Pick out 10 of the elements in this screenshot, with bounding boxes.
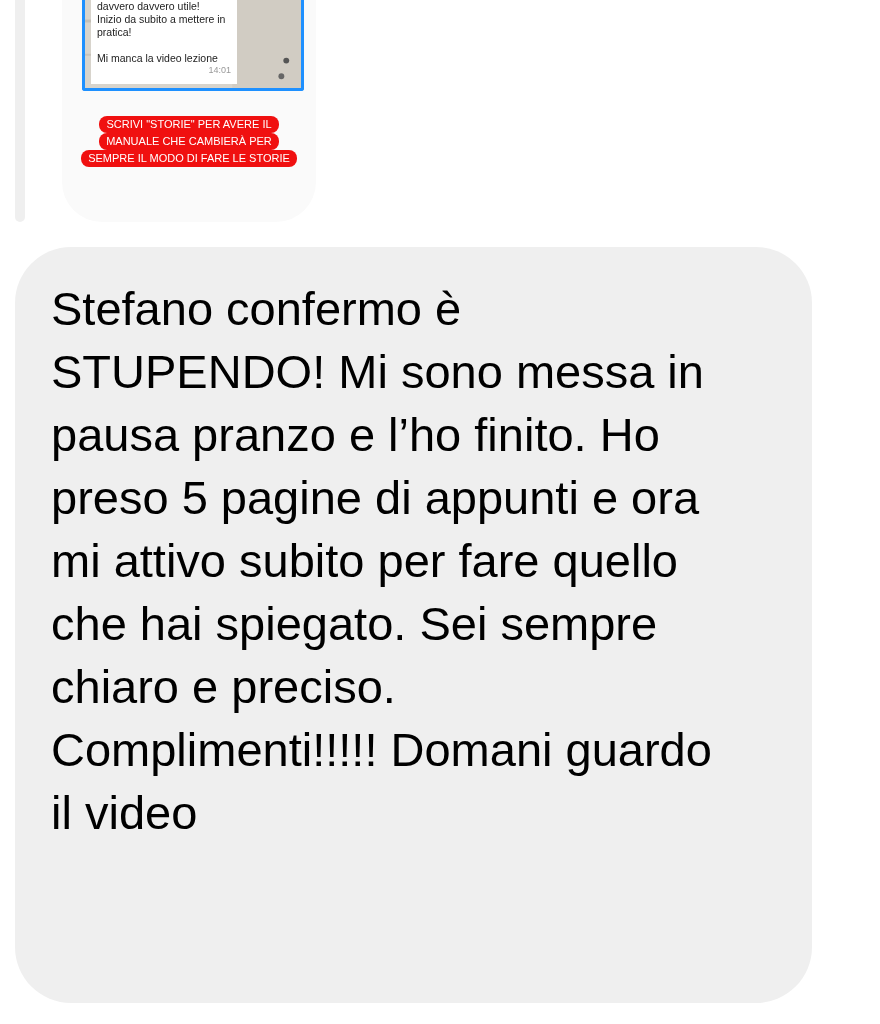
quoted-message-line: davvero davvero utile! [97, 0, 201, 13]
quoted-message-line: Inizio da subito a mettere in [97, 13, 227, 26]
quoted-message-line: Mi manca la video lezione [97, 52, 219, 65]
story-caption: SCRIVI "STORIE" PER AVERE IL [99, 116, 279, 133]
quoted-message-line: pratica! [97, 26, 133, 39]
story-card[interactable]: davvero davvero utile! Inizio da subito a mettere in pratica! Mi manca la video lezione 14:01 SCRIVI "STORIE" PER AVERE IL MANUALE CHE CAMBIERÀ PER SEMPRE IL MODO DI FARE LE STORIE [62, 0, 316, 222]
message-text: Stefano confermo è STUPENDO! Mi sono messa in pausa pranzo e l’ho finito. Ho preso 5 pagine di appunti e ora mi attivo subito per fare quello che hai spiegato. Sei sempre chiaro e preciso. Complimenti!!!!! Domani guardo il video [51, 281, 713, 841]
story-caption: SEMPRE IL MODO DI FARE LE STORIE [81, 150, 297, 167]
story-caption: MANUALE CHE CAMBIERÀ PER [99, 133, 279, 150]
message-time: 14:01 [207, 65, 231, 76]
